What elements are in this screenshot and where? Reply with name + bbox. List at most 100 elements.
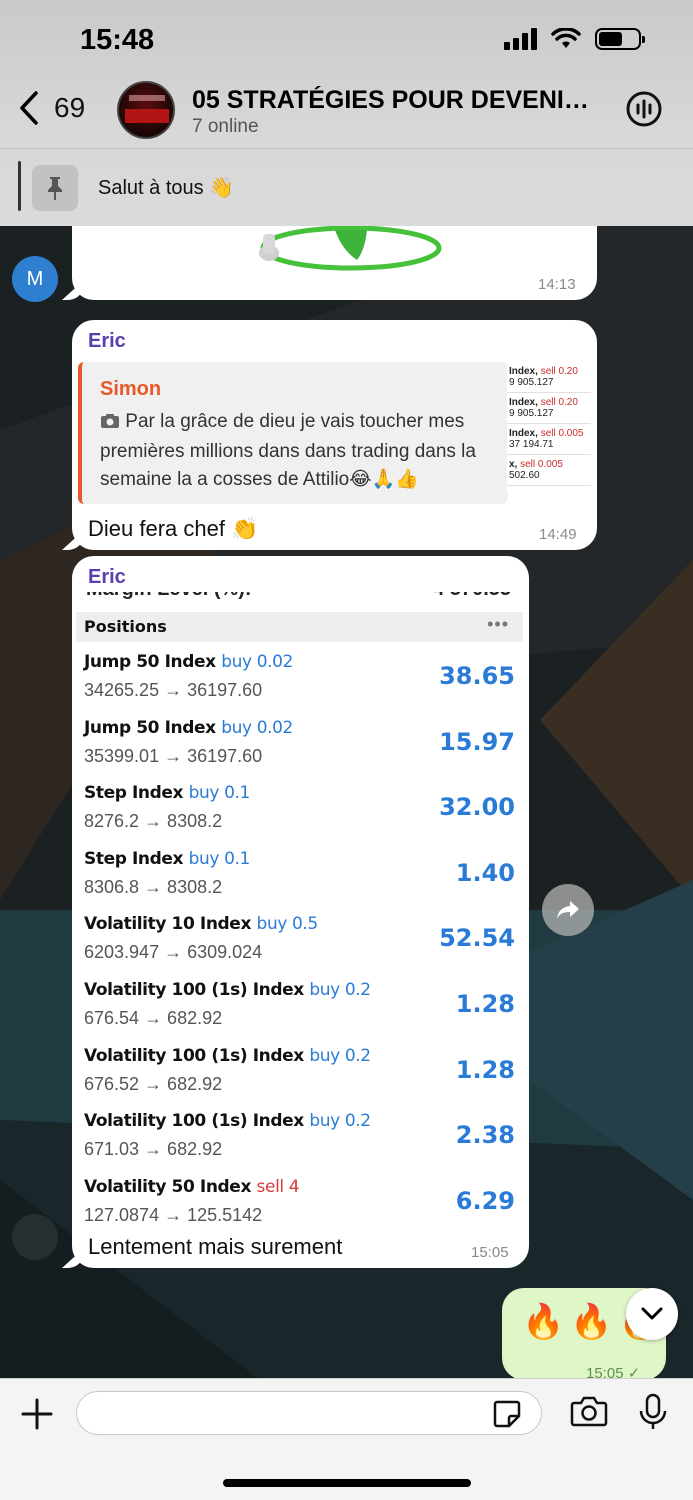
position-title: Jump 50 Index buy 0.02 <box>84 718 293 738</box>
thumb-row: Index, sell 0.20 9 905.127 <box>507 393 591 424</box>
chat-title[interactable]: 05 STRATÉGIES POUR DEVENI… <box>192 86 592 115</box>
pinned-indicator <box>18 161 21 211</box>
position-side: buy 0.2 <box>309 1045 371 1066</box>
pinned-message-bar[interactable]: Salut à tous 👋 <box>0 148 693 226</box>
position-side: buy 0.2 <box>309 980 371 1000</box>
composer-bar <box>0 1378 693 1500</box>
position-side: buy 0.02 <box>221 652 293 672</box>
reply-thumbnail: Index, sell 0.20 9 905.127 Index, sell 0.… <box>507 362 591 492</box>
position-prices: 671.03 → 682.92 <box>84 1139 223 1160</box>
top-bar: 15:48 69 05 STRATÉGIES POUR DEVENI… 7 on… <box>0 0 693 226</box>
status-time: 15:48 <box>80 24 155 56</box>
sender-avatar[interactable]: M <box>12 256 58 302</box>
reply-quote[interactable]: Simon Par la grâce de dieu je vais touch… <box>78 362 508 504</box>
position-prices: 6203.947 → 6309.024 <box>84 942 263 963</box>
position-prices: 8306.8 → 8308.2 <box>84 876 223 897</box>
position-row: Step Index buy 0.1 8276.2 → 8308.2 32.00 <box>76 775 523 841</box>
reply-text: Par la grâce de dieu je vais toucher mes… <box>100 410 476 490</box>
position-title: Volatility 50 Index sell 4 <box>84 1176 300 1197</box>
thumb-row: Index, sell 0.005 37 194.71 <box>507 424 591 455</box>
chat-header: 69 05 STRATÉGIES POUR DEVENI… 7 online <box>0 72 693 148</box>
thumb-row: Index, sell 0.20 9 905.127 <box>507 362 591 393</box>
position-prices: 8276.2 → 8308.2 <box>84 811 223 832</box>
share-arrow-icon <box>557 901 579 919</box>
message-text: Dieu fera chef 👏 <box>88 516 259 541</box>
position-title: Volatility 10 Index buy 0.5 <box>84 914 318 934</box>
position-title: Volatility 100 (1s) Index buy 0.2 <box>84 980 371 1000</box>
pin-icon <box>32 165 78 211</box>
positions-screenshot[interactable]: Margin Level (%): 4 370.33 Positions •••… <box>76 592 523 1232</box>
signal-icon <box>504 28 537 50</box>
position-profit: 52.54 <box>439 924 515 953</box>
position-side: buy 0.1 <box>188 783 251 804</box>
position-prices: 676.54 → 682.92 <box>84 1008 223 1028</box>
position-side: sell 4 <box>256 1176 300 1197</box>
group-avatar[interactable] <box>117 81 175 139</box>
message-text: Lentement mais surement <box>88 1234 343 1259</box>
pinned-text: Salut à tous 👋 <box>98 177 235 199</box>
unread-count: 69 <box>54 92 86 123</box>
position-title: Volatility 100 (1s) Index buy 0.2 <box>84 1111 371 1131</box>
microphone-icon[interactable] <box>638 1393 668 1431</box>
position-symbol: Volatility 10 Index <box>84 914 252 935</box>
message-input[interactable] <box>76 1391 542 1435</box>
position-side: buy 0.5 <box>256 914 319 935</box>
position-title: Volatility 100 (1s) Index buy 0.2 <box>84 1046 371 1066</box>
sticker-icon[interactable] <box>492 1399 522 1429</box>
more-icon: ••• <box>487 614 509 634</box>
position-prices: 35399.01 → 36197.60 <box>84 745 263 766</box>
camera-icon[interactable] <box>570 1395 608 1427</box>
position-profit: 32.00 <box>439 793 515 822</box>
attach-icon[interactable] <box>20 1397 54 1431</box>
sender-avatar-faded <box>12 1214 58 1260</box>
position-profit: 38.65 <box>439 662 515 690</box>
position-row: Volatility 100 (1s) Index buy 0.2 671.03 … <box>76 1103 523 1169</box>
reply-sender: Simon <box>100 378 162 400</box>
position-row: Step Index buy 0.1 8306.8 → 8308.2 1.40 <box>76 841 523 907</box>
position-symbol: Jump 50 Index <box>84 717 216 738</box>
status-icons <box>504 28 645 50</box>
position-symbol: Step Index <box>84 783 184 804</box>
back-button[interactable]: 69 <box>18 90 85 126</box>
position-row: Jump 50 Index buy 0.02 34265.25 → 36197.6… <box>76 644 523 710</box>
home-indicator <box>223 1479 471 1487</box>
position-symbol: Volatility 50 Index <box>84 1176 252 1197</box>
position-title: Jump 50 Index buy 0.02 <box>84 652 293 672</box>
position-prices: 127.0874 → 125.5142 <box>84 1204 263 1225</box>
position-symbol: Volatility 100 (1s) Index <box>84 1111 304 1132</box>
positions-title: Positions <box>84 617 167 636</box>
position-profit: 1.28 <box>455 1055 515 1084</box>
position-symbol: Step Index <box>84 848 184 869</box>
position-side: buy 0.1 <box>188 848 251 869</box>
message-time: 14:13 <box>538 276 576 293</box>
position-side: buy 0.2 <box>309 1111 371 1132</box>
position-row: Volatility 10 Index buy 0.5 6203.947 → 63… <box>76 906 523 972</box>
sticker-image <box>259 225 442 271</box>
voice-chat-icon[interactable] <box>625 90 663 128</box>
positions-header: Positions ••• <box>76 612 523 642</box>
chat-online-count: 7 online <box>192 116 259 137</box>
position-profit: 2.38 <box>455 1121 515 1150</box>
position-row: Volatility 100 (1s) Index buy 0.2 676.54 … <box>76 972 523 1038</box>
thumb-row: x, sell 0.005 502.60 <box>507 455 591 486</box>
position-profit: 15.97 <box>439 727 515 756</box>
position-profit: 1.28 <box>455 990 515 1018</box>
position-side: buy 0.02 <box>221 717 293 738</box>
sender-name[interactable]: Eric <box>88 330 126 353</box>
forward-button[interactable] <box>542 884 594 936</box>
position-profit: 1.40 <box>455 858 515 887</box>
camera-icon <box>100 410 120 438</box>
sender-name[interactable]: Eric <box>88 566 126 589</box>
chevron-left-icon <box>20 91 38 125</box>
scroll-down-button[interactable] <box>626 1288 678 1340</box>
message-time: 15:05 <box>471 1244 509 1261</box>
battery-icon <box>595 28 645 50</box>
message-time: 14:49 <box>539 526 577 543</box>
position-prices: 676.52 → 682.92 <box>84 1073 223 1094</box>
margin-level-value: 4 370.33 <box>433 592 511 601</box>
margin-level-label: Margin Level (%): <box>86 592 252 601</box>
position-symbol: Jump 50 Index <box>84 652 216 672</box>
chevron-down-icon <box>641 1307 663 1320</box>
position-profit: 6.29 <box>455 1186 515 1215</box>
position-prices: 34265.25 → 36197.60 <box>84 680 263 700</box>
